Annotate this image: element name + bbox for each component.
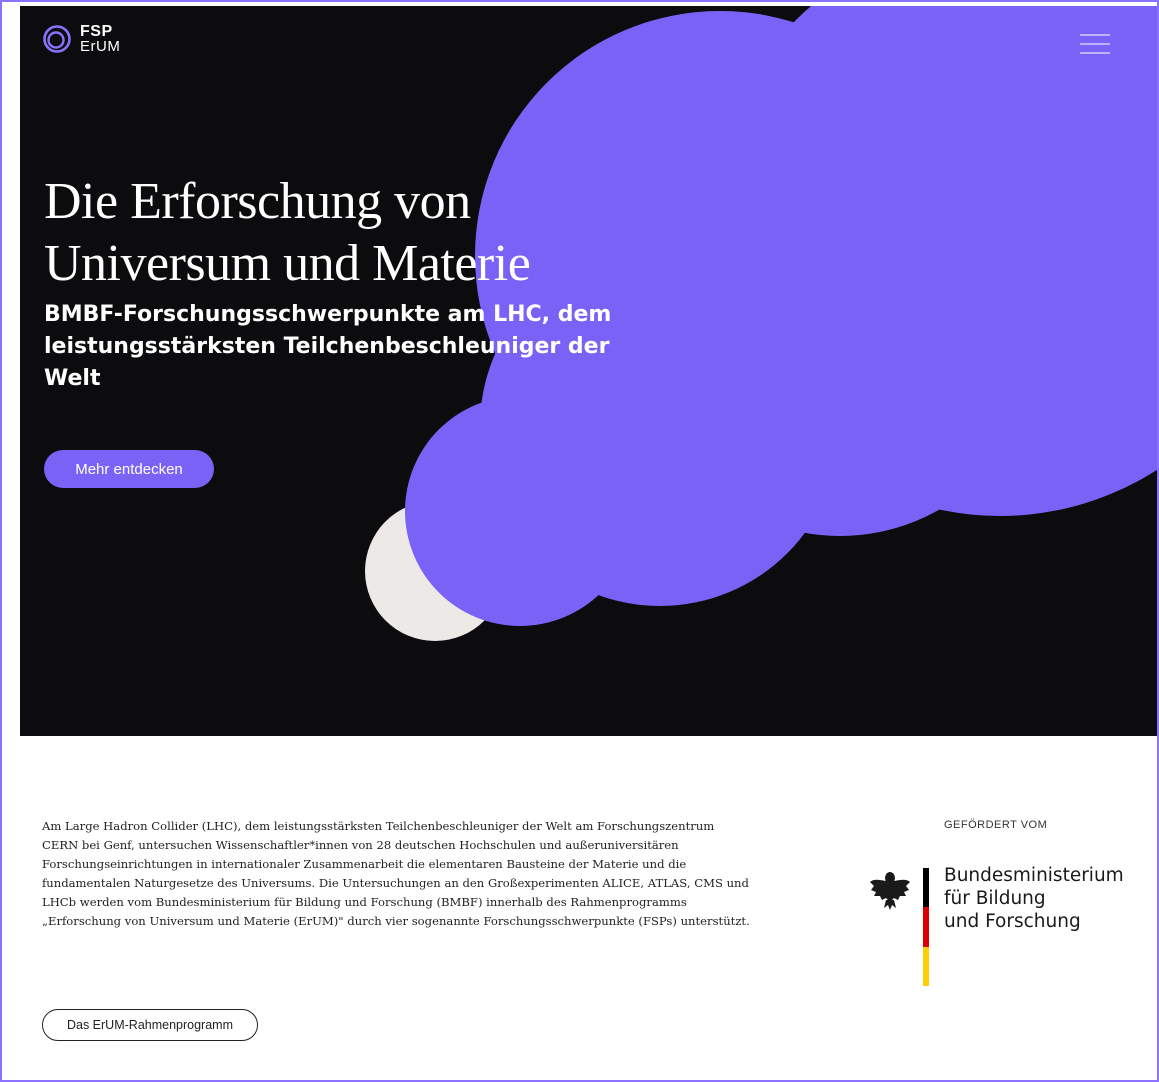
- discover-more-button[interactable]: Mehr entdecken: [44, 450, 214, 488]
- hero-section: FSP ErUM Die Erforschung von Universum u…: [20, 6, 1157, 736]
- subtitle-line: BMBF-Forschungsschwerpunkte am LHC, dem: [44, 302, 612, 327]
- logo-ring-icon: [43, 25, 71, 53]
- hamburger-menu-icon[interactable]: [1080, 30, 1112, 58]
- german-flag-stripe: [923, 868, 929, 986]
- ministry-name-line: Bundesministerium: [944, 865, 1124, 886]
- logo-line-fsp: FSP: [80, 23, 113, 40]
- page-subtitle: BMBF-Forschungsschwerpunkte am LHC, dem …: [44, 299, 644, 395]
- funded-by-label: GEFÖRDERT VOM: [944, 819, 1048, 831]
- subtitle-line: Welt: [44, 366, 101, 391]
- site-logo[interactable]: FSP ErUM: [42, 24, 120, 54]
- logo-text: FSP ErUM: [80, 23, 121, 55]
- erum-program-button[interactable]: Das ErUM-Rahmenprogramm: [42, 1009, 258, 1041]
- ministry-name-line: und Forschung: [944, 911, 1081, 932]
- title-line: Universum und Materie: [44, 235, 531, 292]
- page-title: Die Erforschung von Universum und Materi…: [44, 171, 684, 295]
- ministry-name-line: für Bildung: [944, 888, 1046, 909]
- ministry-name: Bundesministerium für Bildung und Forsch…: [944, 864, 1124, 933]
- logo-line-erum: ErUM: [80, 38, 121, 55]
- page-frame: FSP ErUM Die Erforschung von Universum u…: [0, 0, 1159, 1082]
- title-line: Die Erforschung von: [44, 173, 471, 230]
- intro-paragraph: Am Large Hadron Collider (LHC), dem leis…: [42, 819, 750, 928]
- subtitle-line: leistungsstärksten Teilchenbeschleuniger…: [44, 334, 610, 359]
- bmbf-logo[interactable]: Bundesministerium für Bildung und Forsch…: [864, 862, 1124, 992]
- federal-eagle-icon: [870, 872, 910, 910]
